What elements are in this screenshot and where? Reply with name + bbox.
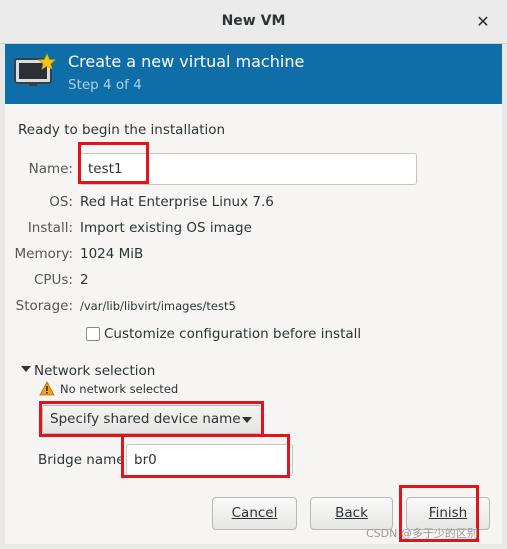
expander-arrow-icon[interactable]	[21, 366, 31, 372]
warning-icon	[39, 381, 55, 396]
os-label: OS:	[49, 194, 73, 210]
wizard-header: Create a new virtual machine Step 4 of 4	[5, 44, 502, 104]
window-frame-bottom	[0, 544, 507, 549]
os-value: Red Hat Enterprise Linux 7.6	[80, 194, 274, 210]
bridge-name-label: Bridge name:	[38, 452, 130, 468]
bridge-name-field[interactable]: br0	[126, 444, 293, 476]
watermark: CSDN @多于少的区别	[366, 527, 478, 540]
cancel-button-label: Cancel	[231, 505, 278, 521]
close-icon[interactable]: ✕	[473, 12, 493, 32]
network-source-combo[interactable]: Specify shared device name	[42, 405, 262, 434]
install-label: Install:	[27, 220, 73, 236]
back-button-label: Back	[335, 505, 368, 521]
header-title: Create a new virtual machine	[68, 52, 305, 71]
name-label: Name:	[28, 161, 73, 177]
customize-checkbox[interactable]	[86, 327, 100, 341]
network-source-value: Specify shared device name	[50, 411, 241, 427]
storage-label: Storage:	[15, 298, 73, 314]
ready-text: Ready to begin the installation	[18, 122, 226, 138]
cancel-button[interactable]: Cancel	[212, 497, 297, 530]
cpus-value: 2	[80, 272, 89, 288]
window-title: New VM	[221, 13, 286, 29]
customize-label[interactable]: Customize configuration before install	[104, 326, 361, 342]
cpus-label: CPUs:	[33, 272, 73, 288]
combo-caret-icon	[242, 417, 252, 423]
memory-value: 1024 MiB	[80, 246, 144, 262]
name-field[interactable]: test1	[80, 153, 417, 185]
memory-label: Memory:	[14, 246, 73, 262]
storage-value: /var/lib/libvirt/images/test5	[80, 299, 236, 313]
monitor-star-icon	[14, 53, 56, 86]
network-selection-expander[interactable]: Network selection	[34, 363, 155, 379]
title-bar: New VM ✕	[0, 0, 507, 44]
finish-button-label: Finish	[428, 505, 468, 521]
header-step: Step 4 of 4	[68, 77, 142, 93]
network-warning: No network selected	[60, 382, 179, 396]
install-value: Import existing OS image	[80, 220, 252, 236]
window-frame-right	[502, 44, 507, 549]
